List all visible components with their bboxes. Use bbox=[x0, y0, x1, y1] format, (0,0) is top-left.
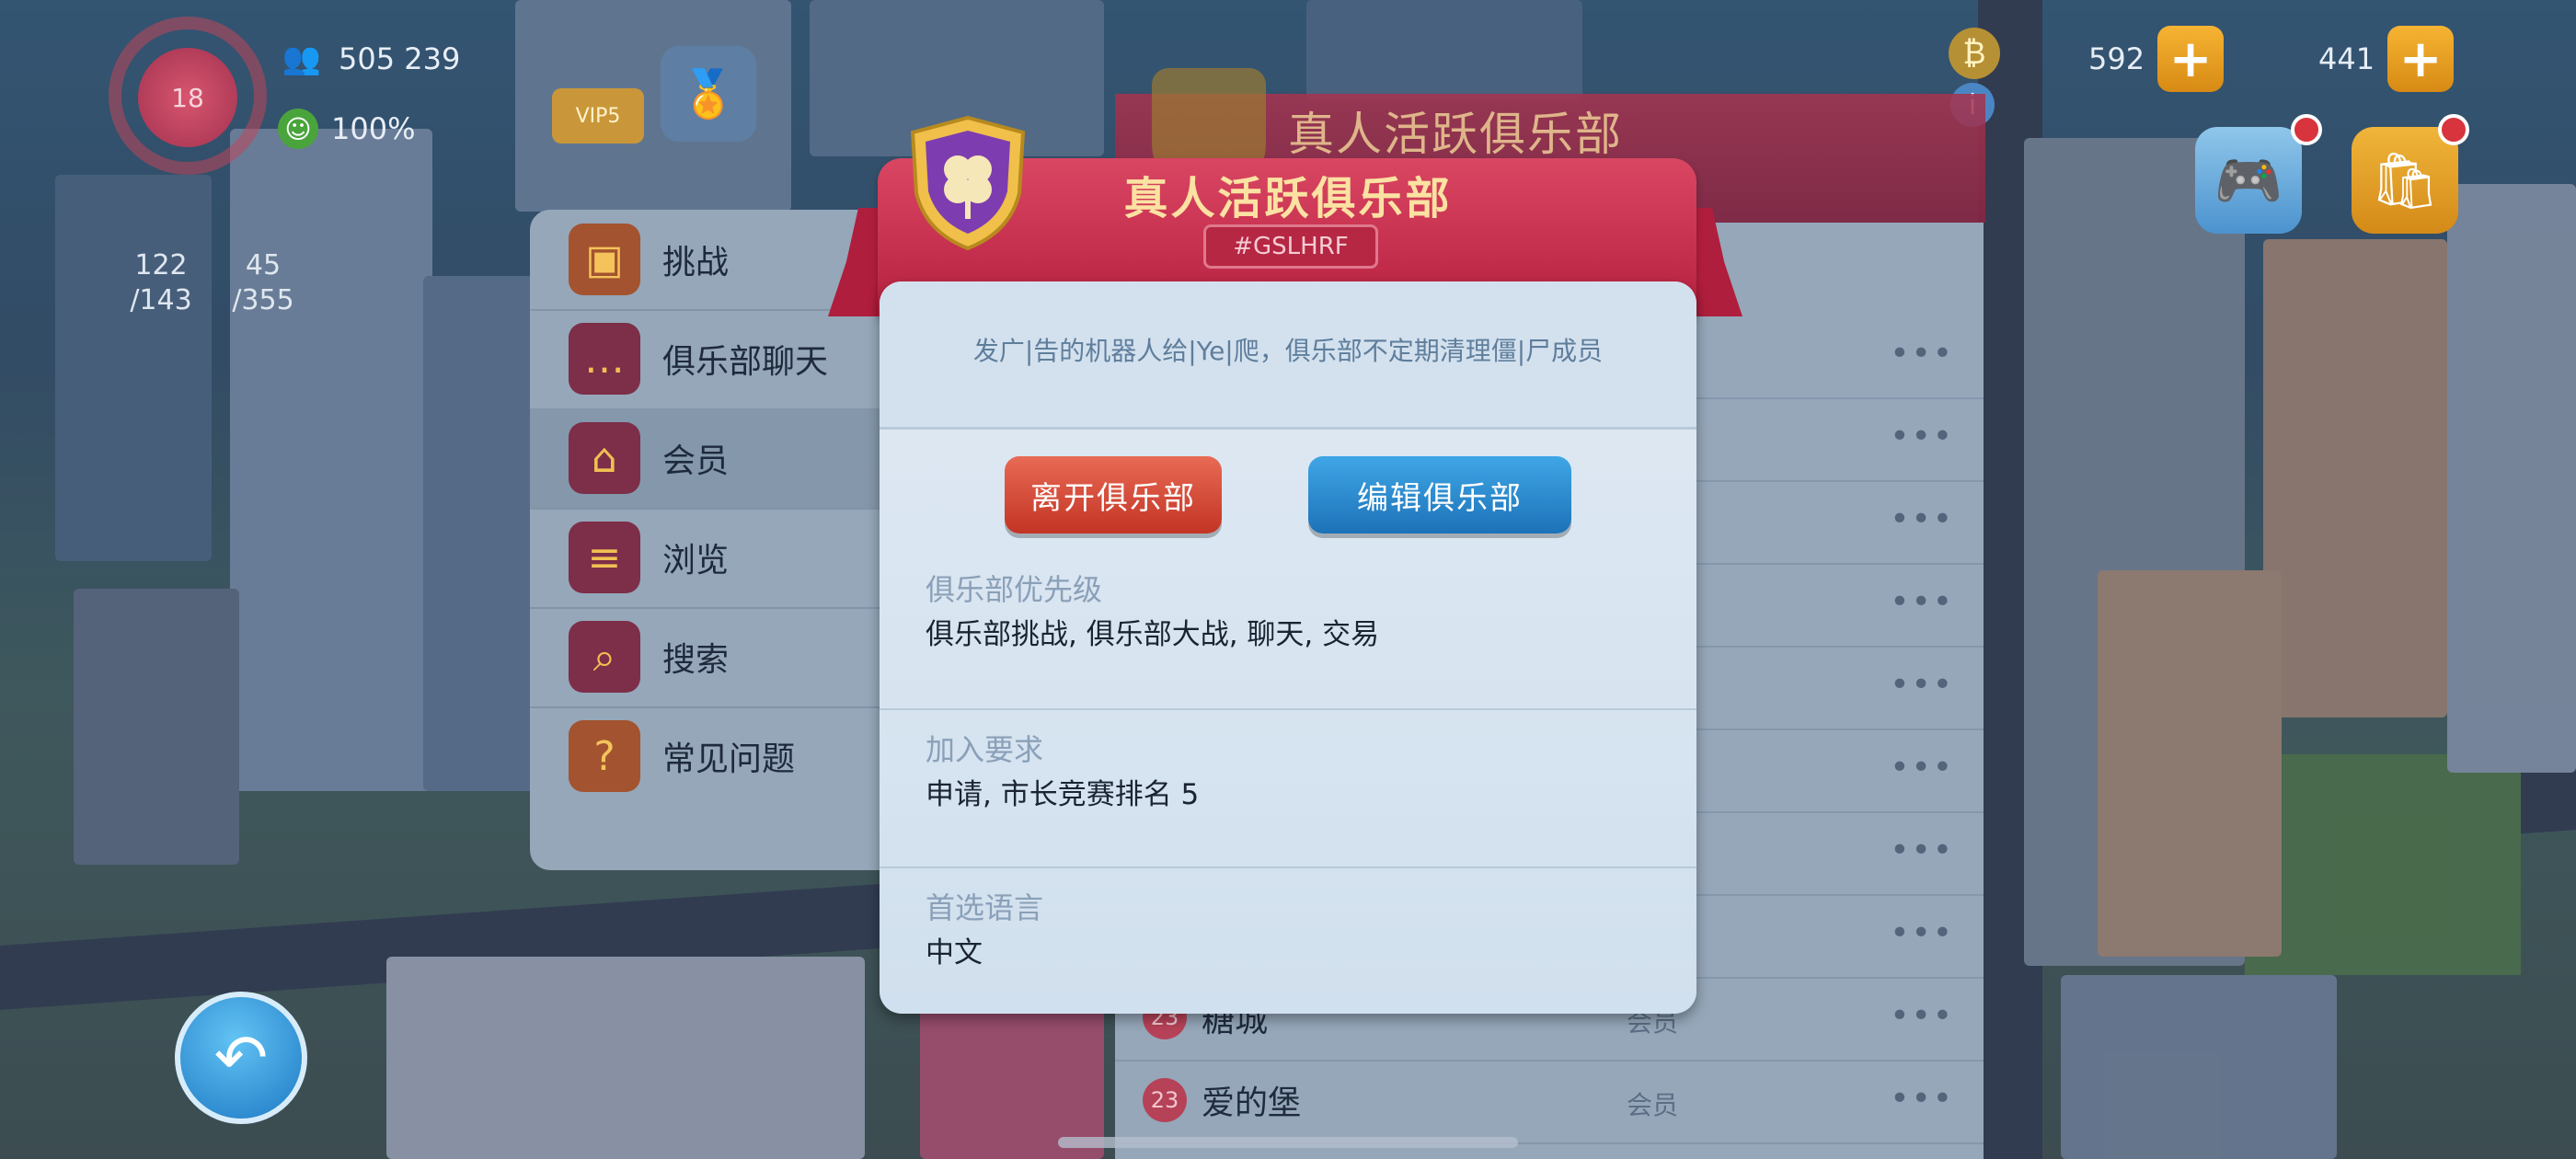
back-arrow-icon: ↶ bbox=[213, 1020, 269, 1096]
background-club-title: 真人活跃俱乐部 bbox=[1288, 108, 1623, 161]
menu-item-label: 浏览 bbox=[662, 542, 730, 580]
power-cap: /355 bbox=[232, 284, 294, 316]
population-icon: 👥 bbox=[282, 40, 322, 77]
menu-item-label: 俱乐部聊天 bbox=[662, 343, 829, 381]
search-icon: ⌕ bbox=[569, 621, 640, 693]
water-cap: /143 bbox=[130, 284, 192, 316]
menu-item-search[interactable]: ⌕ 搜索 bbox=[530, 607, 916, 708]
join-requirement-value: 申请, 市长竞赛排名 5 bbox=[926, 778, 1200, 811]
shop-notification-dot bbox=[2438, 114, 2469, 145]
more-options-icon[interactable]: ••• bbox=[1890, 914, 1954, 952]
club-shield-icon bbox=[910, 115, 1026, 251]
language-value: 中文 bbox=[926, 936, 983, 970]
more-options-icon[interactable]: ••• bbox=[1890, 997, 1954, 1035]
more-options-icon[interactable]: ••• bbox=[1890, 335, 1954, 373]
chest-icon: ▣ bbox=[569, 224, 640, 295]
priority-label: 俱乐部优先级 bbox=[926, 572, 1103, 607]
water-stat: 122 /143 bbox=[127, 248, 195, 318]
shopping-bag-icon: 🛍 bbox=[2369, 148, 2441, 213]
member-row[interactable]: 23 爱的堡 会员 ••• bbox=[1115, 1060, 1984, 1144]
add-currency-a-button[interactable]: + bbox=[2157, 26, 2225, 92]
language-label: 首选语言 bbox=[926, 890, 1044, 925]
more-options-icon[interactable]: ••• bbox=[1890, 832, 1954, 869]
power-count: 45 bbox=[245, 249, 282, 281]
medal-icon[interactable]: 🏅 bbox=[661, 46, 756, 142]
happiness-value: 100% bbox=[331, 111, 416, 146]
member-role: 会员 bbox=[1627, 1090, 1679, 1120]
games-button[interactable]: 🎮 bbox=[2195, 127, 2302, 234]
menu-item-label: 挑战 bbox=[662, 244, 730, 281]
club-description: 发广|告的机器人给|Ye|爬，俱乐部不定期清理僵|尸成员 bbox=[972, 336, 1604, 366]
section-divider bbox=[880, 708, 1696, 710]
scroll-indicator[interactable] bbox=[1058, 1137, 1518, 1148]
power-stat: 45 /355 bbox=[226, 248, 300, 318]
club-tag: #GSLHRF bbox=[1203, 224, 1378, 269]
browse-icon: ≡ bbox=[569, 522, 640, 593]
faq-icon: ? bbox=[569, 720, 640, 792]
menu-item-faq[interactable]: ? 常见问题 bbox=[530, 706, 916, 806]
more-options-icon[interactable]: ••• bbox=[1890, 666, 1954, 704]
level-value: 18 bbox=[171, 82, 204, 113]
menu-item-members[interactable]: ⌂ 会员 bbox=[530, 408, 916, 510]
priority-value: 俱乐部挑战, 俱乐部大战, 聊天, 交易 bbox=[926, 618, 1380, 651]
section-divider bbox=[880, 866, 1696, 868]
menu-item-club-chat[interactable]: … 俱乐部聊天 bbox=[530, 309, 916, 410]
population-value: 505 239 bbox=[339, 41, 461, 76]
more-options-icon[interactable]: ••• bbox=[1890, 583, 1954, 621]
more-options-icon[interactable]: ••• bbox=[1890, 500, 1954, 538]
menu-item-label: 会员 bbox=[662, 442, 730, 480]
join-requirement-label: 加入要求 bbox=[926, 732, 1044, 767]
vip-badge[interactable]: VIP5 bbox=[552, 88, 644, 143]
member-name: 爱的堡 bbox=[1202, 1084, 1302, 1122]
menu-item-label: 常见问题 bbox=[662, 740, 796, 778]
more-options-icon[interactable]: ••• bbox=[1890, 1080, 1954, 1118]
more-options-icon[interactable]: ••• bbox=[1890, 418, 1954, 455]
level-badge[interactable]: 18 bbox=[138, 48, 237, 147]
menu-item-label: 搜索 bbox=[662, 641, 730, 679]
currency-b-value: 441 bbox=[2318, 41, 2375, 76]
currency-a: 592 + bbox=[2088, 26, 2225, 92]
club-dialog-title: 真人活跃俱乐部 bbox=[1123, 173, 1453, 224]
members-icon: ⌂ bbox=[569, 422, 640, 494]
water-count: 122 bbox=[134, 249, 188, 281]
coin-icon: ₿ bbox=[1949, 28, 2000, 79]
population-stat[interactable]: 👥 505 239 bbox=[278, 35, 461, 83]
shop-button[interactable]: 🛍 bbox=[2352, 127, 2458, 234]
games-notification-dot bbox=[2291, 114, 2322, 145]
happiness-stat[interactable]: ☺ 100% bbox=[278, 109, 415, 149]
menu-item-browse[interactable]: ≡ 浏览 bbox=[530, 508, 916, 609]
gamepad-icon: 🎮 bbox=[2214, 148, 2283, 213]
edit-club-button[interactable]: 编辑俱乐部 bbox=[1308, 456, 1571, 534]
chat-icon: … bbox=[569, 323, 640, 395]
club-dialog-body: 发广|告的机器人给|Ye|爬，俱乐部不定期清理僵|尸成员 离开俱乐部 编辑俱乐部… bbox=[880, 281, 1696, 1014]
add-currency-b-button[interactable]: + bbox=[2387, 26, 2455, 92]
currency-a-value: 592 bbox=[2088, 41, 2145, 76]
vip-label: VIP5 bbox=[575, 104, 621, 128]
leave-club-button[interactable]: 离开俱乐部 bbox=[1005, 456, 1222, 534]
happiness-icon: ☺ bbox=[278, 109, 318, 149]
club-description-area: 发广|告的机器人给|Ye|爬，俱乐部不定期清理僵|尸成员 bbox=[880, 281, 1696, 430]
more-options-icon[interactable]: ••• bbox=[1890, 749, 1954, 786]
currency-b: 441 + bbox=[2318, 26, 2455, 92]
member-rank-badge: 23 bbox=[1143, 1078, 1187, 1122]
back-button[interactable]: ↶ bbox=[175, 992, 307, 1124]
